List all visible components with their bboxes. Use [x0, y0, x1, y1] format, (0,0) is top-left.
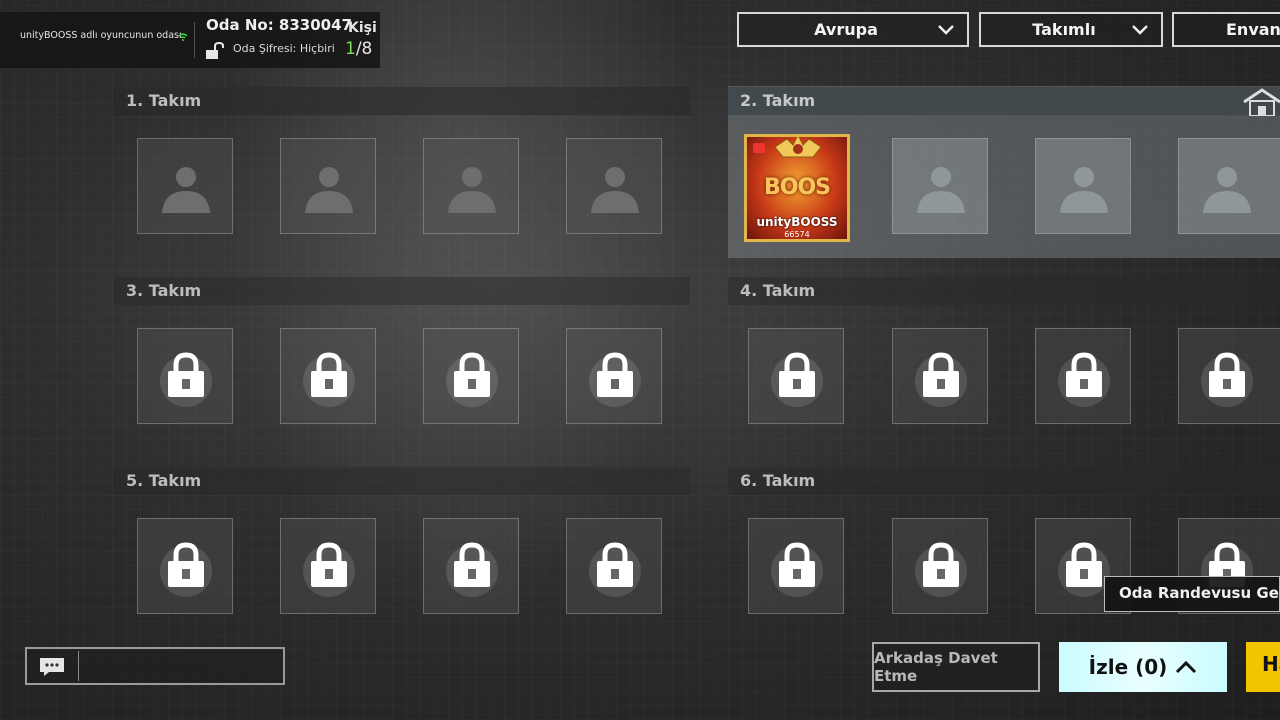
locked-slot[interactable] [566, 518, 662, 614]
locked-slot[interactable] [892, 518, 988, 614]
empty-slot[interactable] [423, 138, 519, 234]
divider [78, 651, 79, 681]
person-icon [448, 167, 496, 213]
crest-icon [775, 137, 821, 158]
team-3-header: 3. Takım [114, 277, 690, 305]
lock-icon [303, 352, 355, 407]
person-icon [591, 167, 639, 213]
locked-slot[interactable] [423, 328, 519, 424]
team-2-header: 2. Takım [728, 87, 1280, 115]
chat-input[interactable] [25, 647, 285, 685]
player-banner-text: BOOS [763, 175, 831, 200]
watch-button[interactable]: İzle (0) [1059, 642, 1227, 692]
lock-icon [589, 352, 641, 407]
empty-slot[interactable] [566, 138, 662, 234]
invite-friend-button[interactable]: Arkadaş Davet Etme [872, 642, 1040, 692]
empty-slot[interactable] [137, 138, 233, 234]
lock-icon [160, 542, 212, 597]
ready-button[interactable]: Hazır [1246, 642, 1280, 692]
locked-slot[interactable] [280, 328, 376, 424]
person-icon [305, 167, 353, 213]
empty-slot[interactable] [280, 138, 376, 234]
locked-slot[interactable] [892, 328, 988, 424]
locked-slot[interactable] [748, 328, 844, 424]
wifi-icon [178, 33, 188, 41]
locked-slot[interactable] [137, 518, 233, 614]
room-info-panel: unityBOOSS adlı oyuncunun odası Oda No: … [0, 12, 380, 68]
lock-icon [1201, 352, 1253, 407]
lock-icon [915, 542, 967, 597]
inventory-button[interactable]: Envanter [1172, 12, 1280, 47]
locked-slot[interactable] [1178, 328, 1280, 424]
team-label: 2. Takım [740, 91, 816, 110]
room-password: Oda Şifresi: Hiçbiri [233, 42, 335, 55]
empty-slot[interactable] [1178, 138, 1280, 234]
chat-icon [40, 658, 64, 676]
inventory-label: Envanter [1226, 20, 1280, 39]
lock-icon [915, 352, 967, 407]
team-label: 4. Takım [740, 281, 816, 300]
lock-icon [589, 542, 641, 597]
mode-dropdown[interactable]: Takımlı [979, 12, 1163, 47]
team-label: 6. Takım [740, 471, 816, 490]
watch-label: İzle (0) [1088, 655, 1168, 679]
lock-icon [771, 542, 823, 597]
locked-slot[interactable] [137, 328, 233, 424]
chevron-down-icon [1132, 25, 1148, 35]
chevron-down-icon [938, 25, 954, 35]
room-reservation-tooltip[interactable]: Oda Randevusu Geri [1104, 576, 1280, 612]
unlocked-icon [206, 42, 224, 59]
divider [194, 22, 195, 58]
chevron-up-icon [1176, 660, 1197, 674]
locked-slot[interactable] [748, 518, 844, 614]
region-dropdown[interactable]: Avrupa [737, 12, 969, 47]
person-icon [917, 167, 965, 213]
team-1-header: 1. Takım [114, 87, 690, 115]
lock-icon [1058, 352, 1110, 407]
player-avatar-card[interactable]: BOOS unityBOOSS 66574 [744, 134, 850, 242]
locked-slot[interactable] [280, 518, 376, 614]
player-count: 1/8 [345, 39, 373, 59]
locked-slot[interactable] [423, 518, 519, 614]
empty-slot[interactable] [892, 138, 988, 234]
lock-icon [160, 352, 212, 407]
team-6-header: 6. Takım [728, 467, 1280, 495]
team-4-header: 4. Takım [728, 277, 1280, 305]
empty-slot[interactable] [1035, 138, 1131, 234]
person-icon [1203, 167, 1251, 213]
team-label: 5. Takım [126, 471, 202, 490]
lock-icon [771, 352, 823, 407]
room-number: Oda No: 8330047 [206, 16, 352, 34]
person-icon [1060, 167, 1108, 213]
player-id: 66574 [784, 230, 810, 239]
region-label: Avrupa [814, 20, 878, 39]
team-5-header: 5. Takım [114, 467, 690, 495]
home-badge-icon [753, 143, 765, 153]
lock-icon [303, 542, 355, 597]
room-host-label: unityBOOSS adlı oyuncunun odası [20, 30, 182, 41]
locked-slot[interactable] [566, 328, 662, 424]
player-name: unityBOOSS [756, 215, 838, 229]
mode-label: Takımlı [1032, 20, 1096, 39]
person-icon [162, 167, 210, 213]
lock-icon [446, 542, 498, 597]
home-icon[interactable] [1236, 86, 1280, 116]
team-label: 3. Takım [126, 281, 202, 300]
team-label: 1. Takım [126, 91, 202, 110]
lock-icon [446, 352, 498, 407]
players-label: Kişi [348, 20, 377, 36]
locked-slot[interactable] [1035, 328, 1131, 424]
